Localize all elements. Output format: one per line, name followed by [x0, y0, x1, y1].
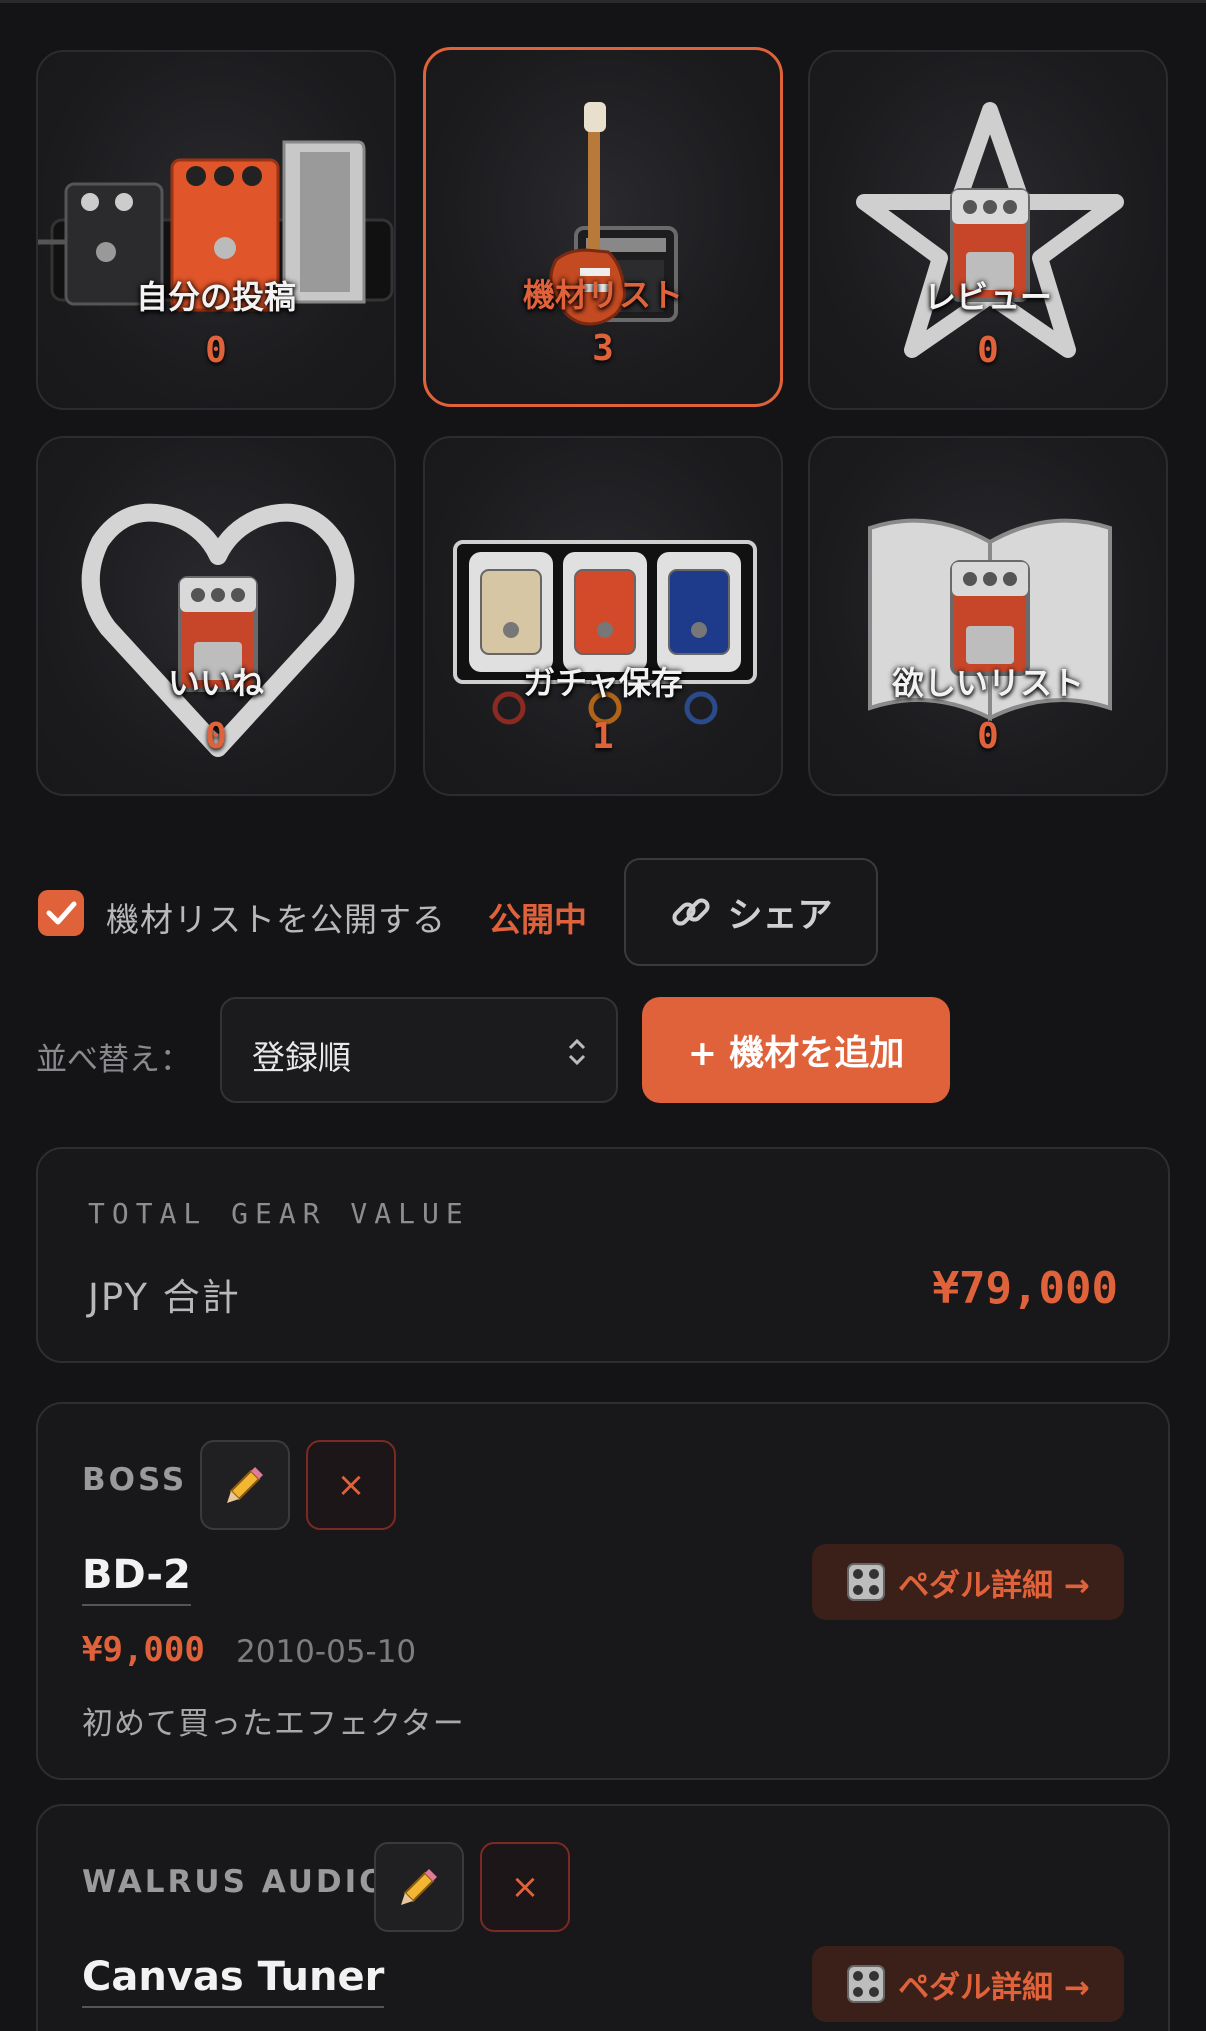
top-divider [0, 0, 1206, 3]
pedal-detail-label: ペダル詳細 → [898, 1969, 1090, 2006]
share-label: シェア [727, 895, 833, 936]
tile-reviews[interactable]: レビュー 0 [808, 50, 1168, 410]
checkmark-icon [46, 901, 77, 925]
tile-gear-list[interactable]: 機材リスト 3 [423, 47, 783, 407]
publish-status-badge: 公開中 [488, 900, 587, 939]
pencil-icon [401, 1869, 437, 1905]
pedal-knobs-icon [847, 1965, 886, 2003]
tile-count: 0 [977, 716, 999, 757]
total-label: JPY 合計 [88, 1276, 241, 1319]
total-eyebrow: TOTAL GEAR VALUE [88, 1197, 470, 1230]
gear-name[interactable]: Canvas Tuner [82, 1954, 385, 2008]
tile-likes[interactable]: いいね 0 [36, 436, 396, 796]
tile-label: 自分の投稿 [135, 278, 296, 316]
tile-count: 0 [977, 330, 999, 371]
pencil-icon [227, 1467, 263, 1503]
sort-value: 登録順 [252, 1038, 351, 1077]
tile-my-posts[interactable]: 自分の投稿 0 [36, 50, 396, 410]
tile-count: 1 [592, 716, 614, 757]
tile-count: 3 [592, 328, 614, 369]
tile-count: 0 [205, 716, 227, 757]
gear-profile-page: 自分の投稿 0 機材リスト 3 レビュー 0 いいね 0 ガチャ保存 1 欲しい… [0, 0, 1206, 2031]
tile-count: 0 [205, 330, 227, 371]
delete-button[interactable]: × [306, 1440, 396, 1530]
add-gear-button[interactable]: + 機材を追加 [642, 997, 950, 1103]
sort-select[interactable]: 登録順 [220, 997, 618, 1103]
publish-checkbox[interactable] [38, 890, 84, 936]
gear-brand: WALRUS AUDIO [82, 1864, 389, 1900]
total-value: ¥79,000 [932, 1263, 1118, 1314]
tile-label: いいね [167, 664, 264, 702]
gear-card: BOSS × BD-2 ¥9,000 2010-05-10 初めて買ったエフェク… [36, 1402, 1170, 1780]
tile-label: ガチャ保存 [523, 664, 683, 702]
gear-date: 2010-05-10 [236, 1634, 417, 1670]
pedal-knobs-icon [847, 1563, 886, 1601]
gear-card: WALRUS AUDIO × Canvas Tuner ペダル詳細 → [36, 1804, 1170, 2031]
pedal-detail-button[interactable]: ペダル詳細 → [812, 1544, 1124, 1620]
gear-name[interactable]: BD-2 [82, 1552, 191, 1606]
gear-price: ¥9,000 [82, 1630, 205, 1670]
tile-gacha-saves[interactable]: ガチャ保存 1 [423, 436, 783, 796]
edit-button[interactable] [200, 1440, 290, 1530]
tile-label: 機材リスト [522, 276, 683, 314]
total-value-card: TOTAL GEAR VALUE JPY 合計 ¥79,000 [36, 1147, 1170, 1363]
pedal-detail-label: ペダル詳細 → [898, 1567, 1090, 1604]
gear-note: 初めて買ったエフェクター [82, 1706, 465, 1742]
chevron-updown-icon [568, 1038, 586, 1066]
tile-label: 欲しいリスト [891, 664, 1084, 702]
share-button[interactable]: シェア [624, 858, 878, 966]
pedal-detail-button[interactable]: ペダル詳細 → [812, 1946, 1124, 2022]
publish-label[interactable]: 機材リストを公開する [106, 893, 446, 941]
sort-label: 並べ替え： [36, 1042, 191, 1078]
delete-button[interactable]: × [480, 1842, 570, 1932]
gear-brand: BOSS [82, 1462, 188, 1498]
link-icon [672, 898, 711, 926]
tile-wishlist[interactable]: 欲しいリスト 0 [808, 436, 1168, 796]
tile-label: レビュー [923, 278, 1052, 316]
edit-button[interactable] [374, 1842, 464, 1932]
